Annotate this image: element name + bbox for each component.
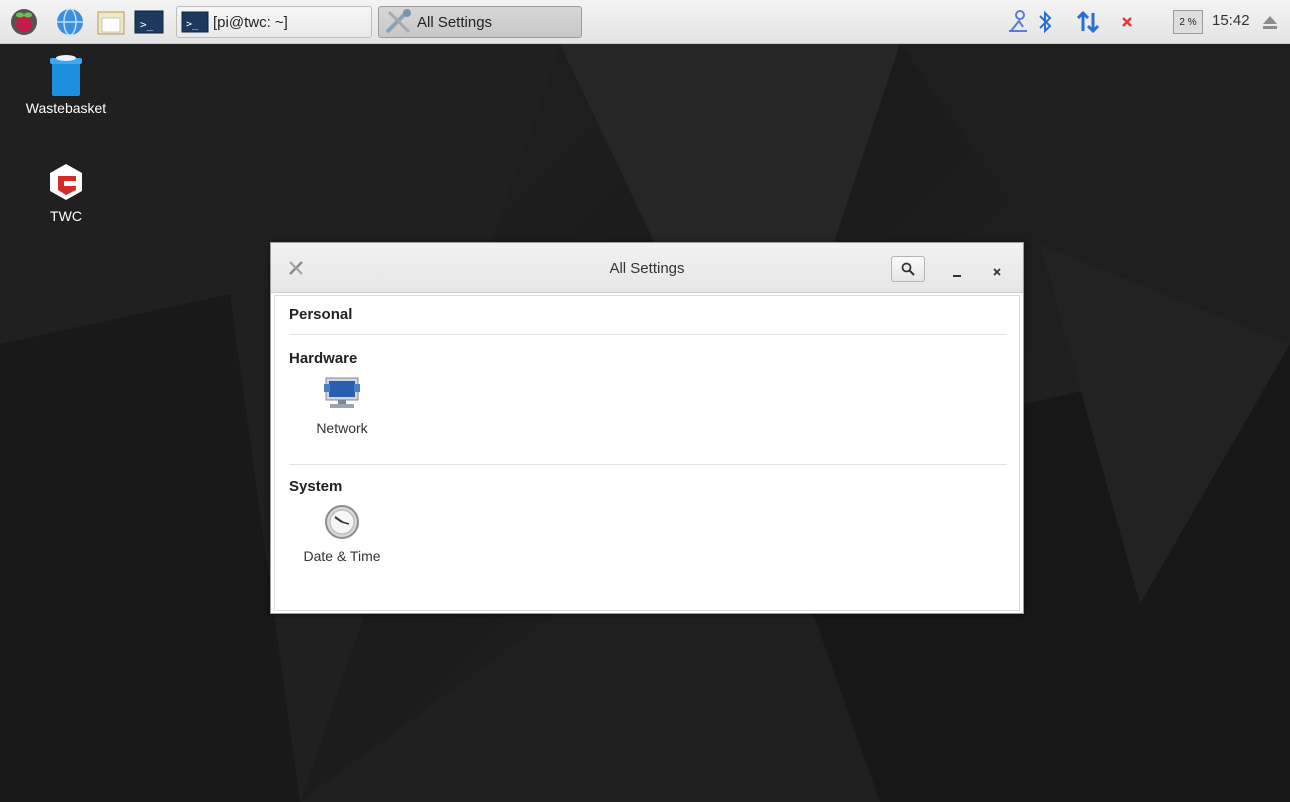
svg-text:>_: >_ xyxy=(140,18,154,31)
desktop-icon-twc[interactable]: TWC xyxy=(18,162,114,224)
svg-text:>_: >_ xyxy=(186,19,199,30)
section-title-hardware: Hardware xyxy=(289,350,358,367)
terminal-icon: >_ xyxy=(181,10,209,34)
section-divider xyxy=(289,464,1007,465)
section-title-personal: Personal xyxy=(289,306,353,323)
panel-item-label: Date & Time xyxy=(303,548,381,564)
desktop-icon-wastebasket[interactable]: Wastebasket xyxy=(18,54,114,116)
panel-item-date-time[interactable]: Date & Time xyxy=(297,504,387,564)
clock[interactable]: 15:42 xyxy=(1212,12,1250,29)
close-icon xyxy=(992,264,1002,276)
twc-app-icon xyxy=(46,162,86,202)
desktop-icon-label: Wastebasket xyxy=(25,100,107,116)
search-button[interactable] xyxy=(891,256,925,282)
cpu-monitor: 2 % xyxy=(1173,10,1203,34)
file-manager-icon[interactable] xyxy=(96,8,125,36)
task-label: All Settings xyxy=(417,13,493,31)
user-accessibility-icon[interactable] xyxy=(1004,8,1032,36)
panel-item-network[interactable]: Network xyxy=(297,376,387,436)
raspberry-menu-icon[interactable] xyxy=(10,8,38,36)
task-button-all-settings[interactable]: All Settings xyxy=(378,6,582,38)
network-icon xyxy=(324,376,360,412)
cpu-usage-label: 2 % xyxy=(1179,16,1197,28)
settings-panel-list: Personal Hardware Network System Date & … xyxy=(274,295,1020,611)
all-settings-window: All Settings Personal Hardware Network S… xyxy=(270,242,1024,614)
volume-muted-icon[interactable] xyxy=(1116,8,1138,36)
section-title-system: System xyxy=(289,478,343,495)
trash-icon xyxy=(46,54,86,96)
eject-icon[interactable] xyxy=(1260,8,1280,36)
panel-item-label: Network xyxy=(316,420,368,436)
settings-tools-icon xyxy=(383,8,413,36)
clock-icon xyxy=(324,504,360,540)
minimize-icon xyxy=(952,264,962,277)
search-icon xyxy=(901,262,915,276)
bluetooth-icon[interactable] xyxy=(1034,8,1056,36)
web-browser-icon[interactable] xyxy=(56,8,84,36)
network-transfer-icon[interactable] xyxy=(1074,8,1102,36)
window-titlebar[interactable]: All Settings xyxy=(271,243,1023,293)
task-label: [pi@twc: ~] xyxy=(213,13,288,31)
desktop-icon-label: TWC xyxy=(50,208,82,224)
terminal-icon[interactable]: >_ xyxy=(134,8,164,36)
task-button-terminal[interactable]: >_ [pi@twc: ~] xyxy=(176,6,372,38)
minimize-button[interactable] xyxy=(945,257,969,281)
taskbar: >_ >_ [pi@twc: ~] All Settings 2 % 15:42 xyxy=(0,0,1290,44)
close-button[interactable] xyxy=(985,257,1009,281)
section-divider xyxy=(289,334,1007,335)
